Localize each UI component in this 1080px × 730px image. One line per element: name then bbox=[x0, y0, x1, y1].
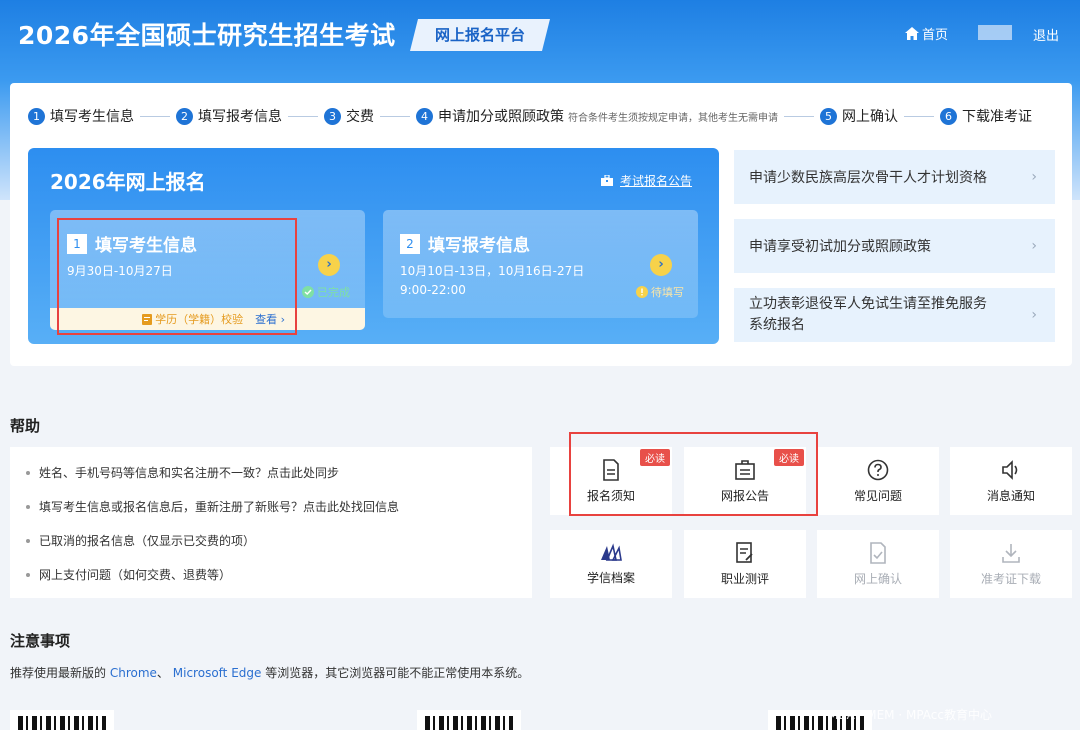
exam-notice-label: 考试报名公告 bbox=[620, 174, 693, 188]
home-link[interactable]: 首页 bbox=[905, 24, 948, 43]
card1-arrow-button[interactable]: › bbox=[318, 254, 340, 276]
step-label: 网上确认 bbox=[842, 109, 898, 125]
message-notification-tile[interactable]: 消息通知 bbox=[950, 447, 1072, 515]
assessment-icon bbox=[736, 541, 753, 563]
home-icon bbox=[905, 27, 919, 40]
help-title: 帮助 bbox=[10, 417, 41, 435]
archive-icon bbox=[601, 542, 622, 561]
check-circle-icon bbox=[302, 286, 314, 298]
speaker-icon bbox=[1002, 459, 1018, 480]
highlight-box bbox=[569, 432, 818, 516]
step-connector bbox=[784, 115, 814, 117]
notice-title: 注意事项 bbox=[10, 632, 71, 650]
step-2[interactable]: 2 填写报考信息 bbox=[176, 106, 282, 126]
watermark: MBA · MEM · MPAcc教育中心 bbox=[828, 708, 992, 722]
registration-card-title: 2026年网上报名 bbox=[50, 170, 206, 194]
admission-ticket-download-tile: 准考证下载 bbox=[950, 530, 1072, 598]
card1-status: 已完成 bbox=[302, 284, 350, 300]
step-label: 填写考生信息 bbox=[50, 109, 134, 125]
step-connector bbox=[288, 115, 318, 117]
briefcase-icon bbox=[601, 175, 613, 186]
step-6[interactable]: 6 下载准考证 bbox=[940, 106, 1032, 126]
step-4[interactable]: 4 申请加分或照顾政策 符合条件考生须按规定申请，其他考生无需申请 bbox=[416, 106, 778, 126]
card2-date: 10月10日-13日，10月16日-27日 bbox=[400, 264, 585, 278]
card2-time: 9:00-22:00 bbox=[400, 283, 466, 297]
bonus-policy-link[interactable]: 申请享受初试加分或照顾政策 › bbox=[734, 219, 1055, 273]
step-connector bbox=[140, 115, 170, 117]
card2-number: 2 bbox=[400, 233, 420, 254]
step-note: 符合条件考生须按规定申请，其他考生无需申请 bbox=[568, 112, 778, 124]
chevron-right-icon: › bbox=[1031, 238, 1037, 254]
platform-tag: 网上报名平台 bbox=[434, 26, 525, 44]
help-item[interactable]: 已取消的报名信息（仅显示已交费的项） bbox=[26, 532, 255, 549]
card2-header: 2 填写报考信息 bbox=[400, 231, 530, 256]
step-progress: 1 填写考生信息 2 填写报考信息 3 交费 4 申请加分或照顾政策 符合条件考生须按规定… bbox=[28, 106, 1032, 126]
minority-talent-plan-link[interactable]: 申请少数民族高层次骨干人才计划资格 › bbox=[734, 150, 1055, 204]
chrome-link[interactable]: Chrome bbox=[110, 666, 157, 680]
browser-notice: 推荐使用最新版的 Chrome、 Microsoft Edge 等浏览器，其它浏… bbox=[10, 666, 530, 680]
academic-archive-tile[interactable]: 学信档案 bbox=[550, 530, 672, 598]
faq-tile[interactable]: 常见问题 bbox=[817, 447, 939, 515]
exam-notice-link[interactable]: 考试报名公告 bbox=[601, 172, 692, 189]
online-confirmation-tile: 网上确认 bbox=[817, 530, 939, 598]
card2-title: 填写报考信息 bbox=[428, 236, 530, 256]
step-connector bbox=[904, 115, 934, 117]
qr-code bbox=[417, 710, 521, 730]
chevron-right-icon: › bbox=[1031, 169, 1037, 185]
confirm-icon bbox=[870, 541, 886, 564]
card2-arrow-button[interactable]: › bbox=[650, 254, 672, 276]
veteran-exemption-link[interactable]: 立功表彰退役军人免试生请至推免服务系统报名 › bbox=[734, 288, 1055, 342]
step-5[interactable]: 5 网上确认 bbox=[820, 106, 898, 126]
download-icon bbox=[1002, 543, 1020, 563]
pending-icon bbox=[636, 286, 648, 298]
user-name-masked[interactable] bbox=[978, 25, 1012, 40]
step-3[interactable]: 3 交费 bbox=[324, 106, 374, 126]
step-label: 填写报考信息 bbox=[198, 109, 282, 125]
step-1[interactable]: 1 填写考生信息 bbox=[28, 106, 134, 126]
home-label: 首页 bbox=[922, 28, 949, 43]
highlight-box bbox=[57, 218, 297, 335]
question-icon bbox=[867, 459, 889, 480]
card2-status: 待填写 bbox=[636, 284, 684, 300]
help-item[interactable]: 网上支付问题（如何交费、退费等） bbox=[26, 566, 231, 583]
help-item[interactable]: 填写考生信息或报名信息后，重新注册了新账号？点击此处找回信息 bbox=[26, 498, 399, 515]
step-label: 申请加分或照顾政策 bbox=[438, 109, 564, 125]
career-assessment-tile[interactable]: 职业测评 bbox=[684, 530, 806, 598]
step-label: 下载准考证 bbox=[962, 109, 1032, 125]
step-label: 交费 bbox=[346, 109, 374, 125]
chevron-right-icon: › bbox=[1031, 306, 1037, 323]
qr-code bbox=[10, 710, 114, 730]
help-item[interactable]: 姓名、手机号码等信息和实名注册不一致？点击此处同步 bbox=[26, 464, 339, 481]
step-connector bbox=[380, 115, 410, 117]
logout-link[interactable]: 退出 bbox=[1033, 25, 1059, 44]
edge-link[interactable]: Microsoft Edge bbox=[173, 666, 262, 680]
page-title: 2026年全国硕士研究生招生考试 bbox=[18, 21, 396, 50]
